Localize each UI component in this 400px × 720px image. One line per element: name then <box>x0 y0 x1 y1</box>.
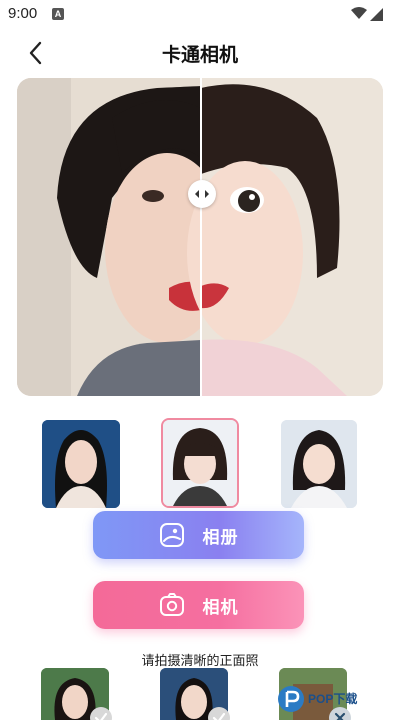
site-watermark: POP下载 <box>276 684 400 720</box>
before-after-preview[interactable] <box>17 78 383 396</box>
photo-hint-text: 请拍摄清晰的正面照 <box>141 654 259 669</box>
camera-button[interactable]: 相机 <box>93 581 304 629</box>
check-icon <box>208 707 230 720</box>
camera-icon <box>159 593 184 616</box>
status-time: 9:00 <box>8 5 38 22</box>
notification-icon: A <box>52 8 64 20</box>
template-thumbnail-2[interactable] <box>161 418 239 508</box>
album-button-label: 相册 <box>202 527 239 548</box>
album-button[interactable]: 相册 <box>93 511 304 559</box>
template-image <box>281 420 357 508</box>
signal-wifi-icon <box>351 7 383 21</box>
compare-divider <box>200 78 202 396</box>
template-thumbnail-3[interactable] <box>281 420 357 508</box>
top-app-bar: 卡通相机 <box>0 30 400 76</box>
watermark-text: POP下载 <box>308 692 358 706</box>
drag-arrows-icon <box>195 190 209 198</box>
check-icon <box>90 707 112 720</box>
gallery-icon <box>159 523 184 547</box>
status-bar: 9:00 A <box>0 0 400 28</box>
page-title: 卡通相机 <box>161 44 238 66</box>
pop-logo-icon <box>278 686 304 712</box>
template-image <box>42 420 120 508</box>
compare-slider-handle[interactable] <box>188 180 216 208</box>
camera-button-label: 相机 <box>202 597 239 618</box>
template-image <box>163 420 237 506</box>
template-thumbnail-1[interactable] <box>42 420 120 508</box>
